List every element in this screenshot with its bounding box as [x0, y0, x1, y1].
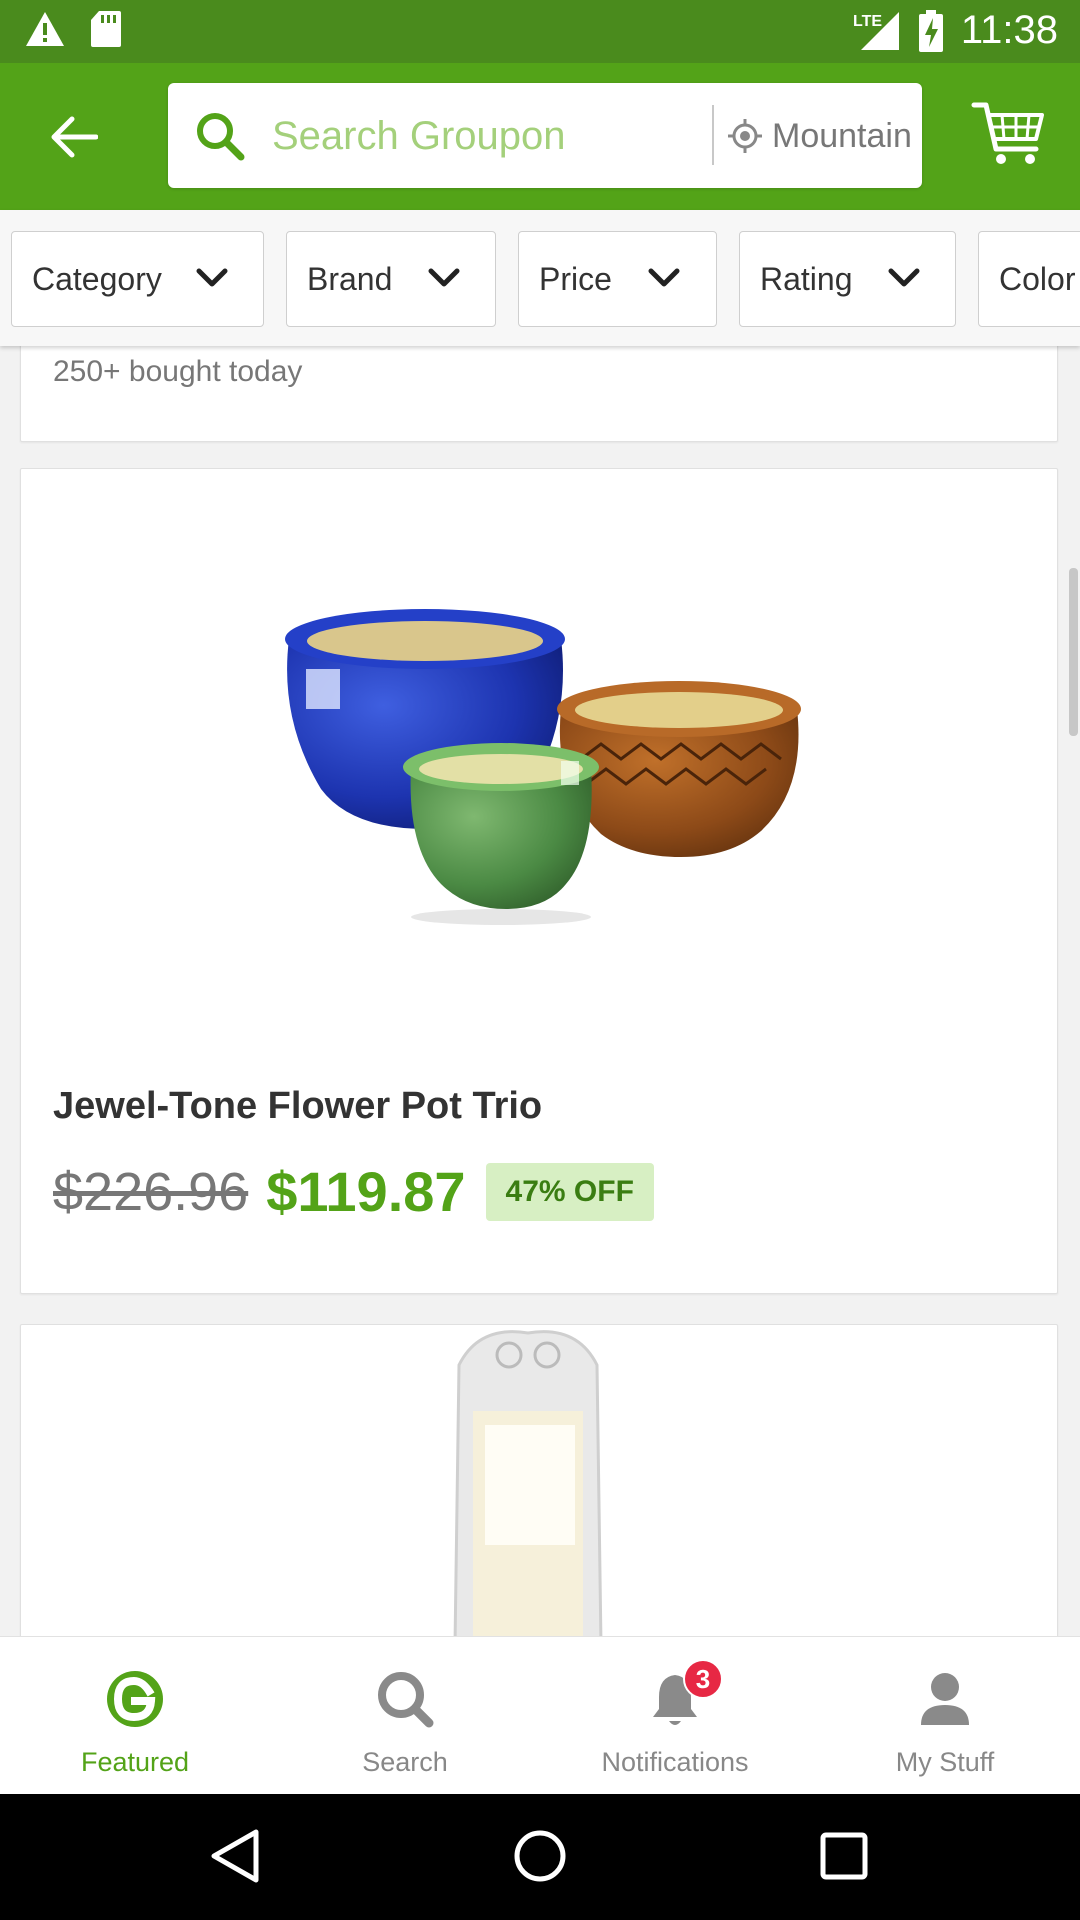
nav-search[interactable]: Search — [270, 1637, 540, 1795]
chevron-down-icon — [648, 268, 680, 287]
search-icon — [197, 113, 245, 161]
filter-label: Brand — [307, 260, 393, 297]
product-title: Jewel-Tone Flower Pot Trio — [53, 1085, 543, 1127]
deal-card[interactable]: Jewel-Tone Flower Pot Trio $226.96 $119.… — [20, 468, 1058, 1294]
sale-price: $119.87 — [266, 1160, 466, 1223]
notification-badge: 3 — [683, 1659, 723, 1699]
status-bar: LTE 11:38 — [0, 0, 1080, 63]
network-type: LTE — [853, 13, 882, 30]
location-target-icon — [728, 119, 762, 153]
search-divider — [712, 105, 714, 165]
recents-square-icon[interactable] — [814, 1826, 874, 1886]
filter-brand[interactable]: Brand — [286, 231, 496, 327]
battery-charging-icon — [918, 9, 943, 52]
sd-card-icon — [91, 11, 121, 47]
nav-label: Featured — [80, 1747, 190, 1777]
product-image — [285, 609, 801, 925]
chevron-down-icon — [428, 268, 460, 287]
location-selector[interactable]: Mountain View — [728, 107, 918, 165]
deal-card-previous[interactable]: 250+ bought today — [20, 346, 1058, 442]
home-circle-icon[interactable] — [510, 1826, 570, 1886]
bottom-nav: Featured Search 3 Notifications My Stuff — [0, 1636, 1080, 1794]
original-price: $226.96 — [53, 1161, 249, 1222]
scrollbar[interactable] — [1069, 568, 1078, 736]
filter-label: Rating — [760, 260, 853, 297]
search-icon — [378, 1672, 434, 1728]
nav-label: Search — [362, 1747, 448, 1777]
search-input[interactable] — [272, 109, 712, 163]
filter-price[interactable]: Price — [518, 231, 717, 327]
filter-rating[interactable]: Rating — [739, 231, 956, 327]
discount-badge: 47% OFF — [485, 1162, 654, 1221]
filter-category[interactable]: Category — [11, 231, 264, 327]
chevron-down-icon — [196, 268, 228, 287]
warning-icon — [26, 12, 64, 46]
system-nav-bar — [0, 1794, 1080, 1920]
location-text: Mountain View — [772, 116, 918, 155]
price-row: $226.96 $119.87 47% OFF — [53, 1159, 654, 1224]
filter-bar: Category Brand Price Rating Color — [0, 210, 1080, 346]
deal-card-next[interactable] — [20, 1324, 1058, 1636]
filter-label: Category — [32, 260, 162, 297]
deal-feed[interactable]: 250+ bought today Jewel-Tone Flower Pot … — [0, 346, 1080, 1636]
search-box[interactable]: Mountain View — [168, 83, 922, 188]
chevron-down-icon — [888, 268, 920, 287]
nav-notifications[interactable]: 3 Notifications — [540, 1637, 810, 1795]
notifications-icon-wrap: 3 — [645, 1659, 723, 1729]
groupon-g-icon — [107, 1671, 163, 1727]
shopping-cart-icon — [971, 102, 1044, 164]
nav-label: My Stuff — [895, 1747, 995, 1777]
signal-icon: LTE — [853, 11, 899, 50]
filter-color[interactable]: Color — [978, 231, 1080, 327]
arrow-left-icon — [51, 116, 98, 158]
nav-label: Notifications — [601, 1747, 749, 1777]
product-image — [453, 1330, 603, 1636]
bought-count: 250+ bought today — [53, 355, 303, 388]
person-icon — [921, 1673, 969, 1725]
clock: 11:38 — [960, 8, 1058, 52]
app-bar: Mountain View — [0, 63, 1080, 210]
filter-label: Price — [539, 260, 612, 297]
back-triangle-icon[interactable] — [206, 1826, 266, 1886]
cart-button[interactable] — [970, 93, 1050, 173]
filter-label: Color — [999, 260, 1076, 297]
nav-my-stuff[interactable]: My Stuff — [810, 1637, 1080, 1795]
back-button[interactable] — [40, 103, 108, 171]
nav-featured[interactable]: Featured — [0, 1637, 270, 1795]
